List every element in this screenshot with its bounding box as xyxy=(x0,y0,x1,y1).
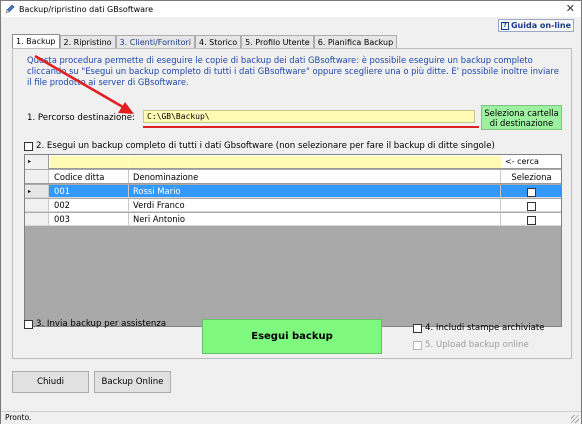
name-filter-input[interactable] xyxy=(130,156,501,168)
table-row[interactable]: 002 Verdi Franco xyxy=(25,199,561,212)
title-bar: Backup/ripristino dati GBsoftware ✕ xyxy=(1,1,581,17)
select-cell xyxy=(502,185,561,197)
send-assistance-checkbox[interactable] xyxy=(24,319,33,329)
full-backup-option[interactable]: 2. Esegui un backup completo di tutti i … xyxy=(24,141,495,151)
company-code: 003 xyxy=(50,213,129,225)
select-checkbox[interactable] xyxy=(527,187,536,197)
tab-clienti-fornitori[interactable]: 3. Clienti/Fornitori xyxy=(115,35,195,49)
select-cell xyxy=(502,199,561,211)
description-text: Questa procedura permette di eseguire le… xyxy=(27,55,559,87)
row-header-corner xyxy=(25,170,49,183)
close-button[interactable]: Chiudi xyxy=(12,371,89,393)
company-code: 001 xyxy=(50,185,129,197)
backup-window: Backup/ripristino dati GBsoftware ✕ ? Gu… xyxy=(0,0,582,424)
full-backup-label: 2. Esegui un backup completo di tutti i … xyxy=(36,141,495,151)
tab-storico[interactable]: 4. Storico xyxy=(195,35,242,49)
include-prints-option[interactable]: 4. Includi stampe archiviate xyxy=(413,323,545,333)
send-assistance-option[interactable]: 3. Invia backup per assistenza xyxy=(24,319,166,329)
table-row[interactable]: ▸ 001 Rossi Mario xyxy=(25,185,561,198)
backup-tab-panel: Questa procedura permette di eseguire le… xyxy=(12,48,572,359)
upload-online-checkbox xyxy=(413,340,422,350)
upload-online-option: 5. Upload backup online xyxy=(413,340,529,350)
company-name: Rossi Mario xyxy=(130,185,501,197)
company-name: Neri Antonio xyxy=(130,213,501,225)
tab-strip: 1. Backup 2. Ripristino 3. Clienti/Forni… xyxy=(12,34,398,50)
grid-filter-row: ▸ <- cerca xyxy=(25,155,561,169)
backup-online-button[interactable]: Backup Online xyxy=(94,371,171,393)
destination-label: 1. Percorso destinazione: xyxy=(27,113,135,123)
close-icon[interactable]: ✕ xyxy=(566,2,575,16)
status-text: Pronto. xyxy=(5,413,32,422)
search-link[interactable]: <- cerca xyxy=(503,155,561,169)
tab-pianifica-backup[interactable]: 6. Pianifica Backup xyxy=(313,35,398,49)
code-filter-input[interactable] xyxy=(50,156,129,168)
row-pointer-icon: ▸ xyxy=(25,155,49,169)
window-title: Backup/ripristino dati GBsoftware xyxy=(19,4,154,14)
tab-profilo-utente[interactable]: 5. Profilo Utente xyxy=(241,35,314,49)
online-help-button[interactable]: ? Guida on-line xyxy=(498,19,574,32)
run-backup-button[interactable]: Esegui backup xyxy=(202,319,382,354)
full-backup-checkbox[interactable] xyxy=(24,141,33,151)
pencil-icon xyxy=(5,4,15,14)
status-bar: Pronto. xyxy=(1,411,581,424)
select-destination-button[interactable]: Seleziona cartella di destinazione xyxy=(481,105,562,130)
column-header-select[interactable]: Seleziona xyxy=(502,170,561,183)
select-checkbox[interactable] xyxy=(527,215,536,225)
help-icon: ? xyxy=(500,21,509,30)
select-checkbox[interactable] xyxy=(527,201,536,211)
table-row[interactable]: 003 Neri Antonio xyxy=(25,213,561,226)
include-prints-label: 4. Includi stampe archiviate xyxy=(425,323,545,333)
row-pointer-icon: ▸ xyxy=(25,185,49,197)
company-name: Verdi Franco xyxy=(130,199,501,211)
send-assistance-label: 3. Invia backup per assistenza xyxy=(36,319,167,329)
tab-ripristino[interactable]: 2. Ripristino xyxy=(59,35,116,49)
upload-online-label: 5. Upload backup online xyxy=(425,340,529,350)
column-header-name[interactable]: Denominazione xyxy=(130,170,501,183)
column-header-code[interactable]: Codice ditta xyxy=(50,170,129,183)
highlight-underline xyxy=(143,126,479,128)
online-help-label: Guida on-line xyxy=(510,21,572,30)
select-cell xyxy=(502,213,561,225)
companies-grid: ▸ <- cerca Codice ditta Denominazione Se… xyxy=(24,154,562,327)
grid-header-row: Codice ditta Denominazione Seleziona xyxy=(25,170,561,184)
include-prints-checkbox[interactable] xyxy=(413,323,422,333)
destination-path-field[interactable]: C:\GB\Backup\ xyxy=(143,110,475,123)
resize-grip-icon[interactable] xyxy=(571,415,579,423)
company-code: 002 xyxy=(50,199,129,211)
